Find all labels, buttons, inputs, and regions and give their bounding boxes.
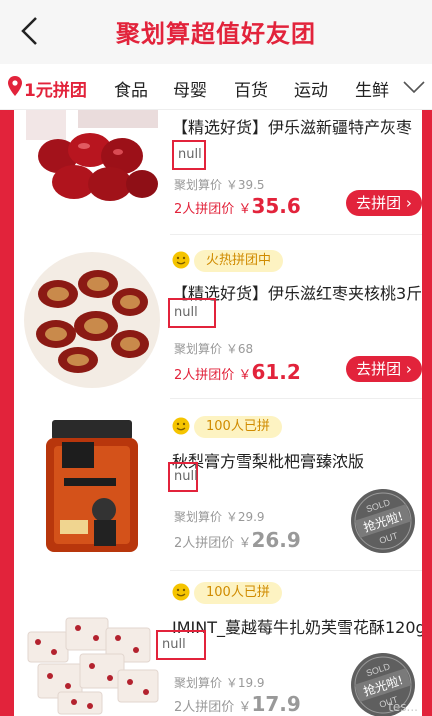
product-image-nougat <box>18 592 166 716</box>
group-price-label: 2人拼团价 <box>174 202 235 217</box>
original-price: 聚划算价 ￥68 <box>174 342 254 356</box>
group-price: 2人拼团价 ￥61.2 <box>174 360 301 384</box>
left-red-border <box>0 110 14 716</box>
product-card[interactable]: 100人已拼 IMINT_蔓越莓牛扎奶芙雪花酥120g null 聚划算价 ￥1… <box>14 572 422 716</box>
original-price: 聚划算价 ￥39.5 <box>174 178 265 192</box>
page-title: 聚划算超值好友团 <box>116 20 316 48</box>
badge-label: 100人已拼 <box>194 582 282 604</box>
badge-label: 100人已拼 <box>194 416 282 438</box>
currency: ￥ <box>238 536 252 551</box>
product-note: null <box>156 630 206 660</box>
right-red-border <box>422 110 432 716</box>
product-image-pear-syrup <box>18 416 166 556</box>
tab-food[interactable]: 食品 <box>114 76 148 101</box>
price-value: 35.6 <box>251 194 301 218</box>
join-group-button[interactable]: 去拼团 › <box>346 356 422 382</box>
product-image-jujube <box>18 110 166 206</box>
group-price: 2人拼团价 ￥35.6 <box>174 194 301 218</box>
product-title[interactable]: IMINT_蔓越莓牛扎奶芙雪花酥120g <box>172 614 422 638</box>
product-card[interactable]: 火热拼团中 【精选好货】伊乐滋红枣夹核桃3斤 null 聚划算价 ￥68 2人拼… <box>14 240 422 400</box>
location-pin-icon <box>8 76 22 96</box>
page: 聚划算超值好友团 1元拼团 食品 母婴 百货 运动 生鲜 【精选好货】伊乐滋新疆… <box>0 0 432 716</box>
product-note: null <box>168 462 198 492</box>
currency: ￥ <box>238 700 252 715</box>
product-card[interactable]: 【精选好货】伊乐滋新疆特产灰枣 null 聚划算价 ￥39.5 2人拼团价 ￥3… <box>14 110 422 240</box>
product-title[interactable]: 【精选好货】伊乐滋新疆特产灰枣 <box>172 114 422 138</box>
price-value: 17.9 <box>251 692 301 716</box>
group-price: 2人拼团价 ￥17.9 <box>174 692 301 716</box>
price-value: 26.9 <box>251 528 301 552</box>
product-image-walnut-dates <box>24 252 160 388</box>
top-bar: 聚划算超值好友团 <box>0 0 432 64</box>
product-note: null <box>172 140 206 170</box>
group-price-label: 2人拼团价 <box>174 368 235 383</box>
smiley-icon <box>172 417 190 435</box>
currency: ￥ <box>238 368 252 383</box>
original-price: 聚划算价 ￥19.9 <box>174 676 265 690</box>
product-note: null <box>168 298 216 328</box>
smiley-icon <box>172 583 190 601</box>
original-price: 聚划算价 ￥29.9 <box>174 510 265 524</box>
category-tabs: 1元拼团 食品 母婴 百货 运动 生鲜 <box>0 64 432 110</box>
smiley-icon <box>172 251 190 269</box>
tabs-more-button[interactable] <box>402 76 428 98</box>
watermark: tes... <box>388 700 418 714</box>
group-price-label: 2人拼团价 <box>174 536 235 551</box>
chevron-right-icon: › <box>405 360 412 378</box>
product-title[interactable]: 秋梨膏方雪梨枇杷膏臻浓版 <box>172 448 422 472</box>
tab-1yuan[interactable]: 1元拼团 <box>24 76 87 101</box>
join-group-button[interactable]: 去拼团 › <box>346 190 422 216</box>
divider <box>170 398 422 399</box>
divider <box>170 570 422 571</box>
chevron-down-icon <box>403 81 425 94</box>
tab-fresh[interactable]: 生鲜 <box>355 76 389 101</box>
divider <box>170 234 422 235</box>
group-price-label: 2人拼团价 <box>174 700 235 715</box>
currency: ￥ <box>238 202 252 217</box>
join-group-label: 去拼团 <box>356 360 402 378</box>
badge-label: 火热拼团中 <box>194 250 284 272</box>
product-card[interactable]: 100人已拼 秋梨膏方雪梨枇杷膏臻浓版 null 聚划算价 ￥29.9 2人拼团… <box>14 400 422 572</box>
price-value: 61.2 <box>251 360 301 384</box>
tab-sports[interactable]: 运动 <box>294 76 328 101</box>
sold-out-stamp: SOLD 抢光啦! OUT <box>351 489 415 553</box>
chevron-right-icon: › <box>405 194 412 212</box>
group-price: 2人拼团价 ￥26.9 <box>174 528 301 552</box>
join-group-label: 去拼团 <box>356 194 402 212</box>
tab-baby[interactable]: 母婴 <box>173 76 207 101</box>
tab-general[interactable]: 百货 <box>234 76 268 101</box>
